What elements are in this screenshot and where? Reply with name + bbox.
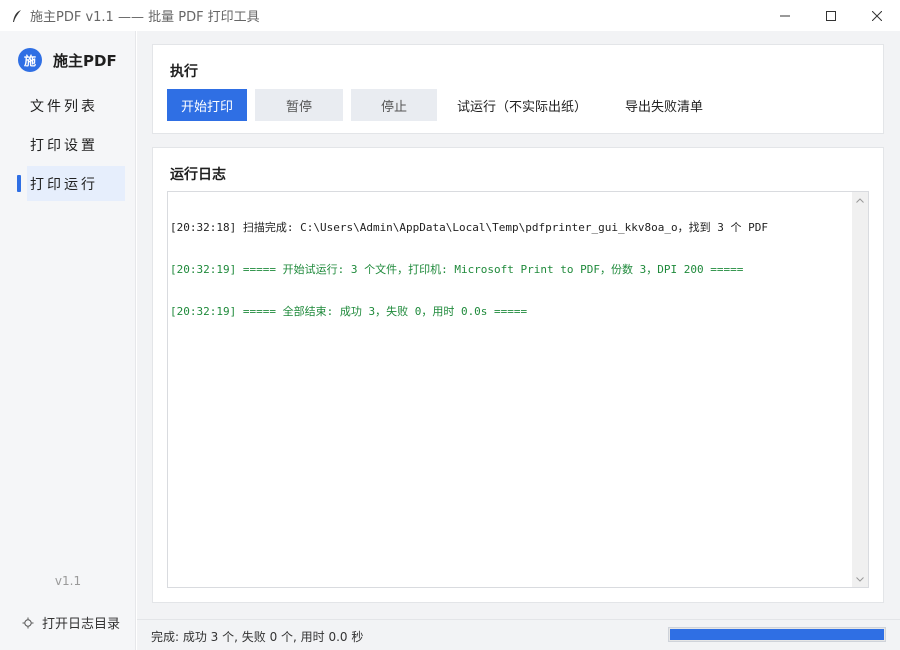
version-label: v1.1: [54, 574, 82, 588]
scroll-down-button[interactable]: [852, 571, 868, 587]
brand-name: 施主PDF: [53, 51, 117, 70]
window-controls: [762, 0, 900, 31]
maximize-button[interactable]: [808, 0, 854, 31]
chevron-up-icon: [856, 197, 864, 203]
log-line: [20:32:19] ===== 开始试运行: 3 个文件，打印机: Micro…: [170, 263, 744, 276]
exec-title: 执行: [170, 64, 198, 80]
sidebar-item-label: 打印运行: [30, 176, 98, 193]
log-title: 运行日志: [170, 167, 226, 183]
log-line: [20:32:19] ===== 全部结束: 成功 3，失败 0，用时 0.0s…: [170, 305, 528, 318]
status-bar: 完成: 成功 3 个, 失败 0 个, 用时 0.0 秒: [137, 619, 900, 650]
sidebar: 施 施主PDF 文件列表 打印设置 打印运行 v1.1 打开日志目录: [0, 31, 136, 650]
gear-icon: [22, 617, 34, 628]
title-bar: 施主PDF v1.1 —— 批量 PDF 打印工具: [0, 0, 900, 31]
minimize-icon: [780, 15, 790, 16]
stop-button[interactable]: 停止: [351, 89, 437, 121]
open-log-dir-button[interactable]: 打开日志目录: [22, 613, 120, 632]
sidebar-item-print-settings[interactable]: 打印设置: [0, 127, 136, 162]
dry-run-button[interactable]: 试运行（不实际出纸）: [457, 89, 587, 121]
window-title: 施主PDF v1.1 —— 批量 PDF 打印工具: [30, 10, 260, 25]
active-indicator: [17, 175, 21, 192]
start-print-button[interactable]: 开始打印: [167, 89, 247, 121]
export-failed-list-button[interactable]: 导出失败清单: [619, 89, 709, 121]
scroll-up-button[interactable]: [852, 192, 868, 208]
pause-button[interactable]: 暂停: [255, 89, 343, 121]
sidebar-item-print-run[interactable]: 打印运行: [17, 166, 125, 201]
sidebar-nav: 文件列表 打印设置 打印运行: [0, 88, 136, 205]
progress-bar: [668, 627, 886, 642]
close-icon: [872, 10, 882, 21]
log-panel: 运行日志 [20:32:18] 扫描完成: C:\Users\Admin\App…: [152, 147, 884, 603]
open-log-dir-label: 打开日志目录: [42, 617, 121, 632]
maximize-icon: [826, 10, 836, 21]
brand-logo: 施: [18, 48, 42, 72]
sidebar-item-label: 文件列表: [30, 98, 98, 115]
minimize-button[interactable]: [762, 0, 808, 31]
feather-icon: [10, 9, 24, 23]
log-lines: [20:32:18] 扫描完成: C:\Users\Admin\AppData\…: [170, 193, 851, 347]
exec-panel: 执行 开始打印 暂停 停止 试运行（不实际出纸） 导出失败清单: [152, 44, 884, 134]
sidebar-item-label: 打印设置: [30, 137, 98, 154]
close-button[interactable]: [854, 0, 900, 31]
status-text: 完成: 成功 3 个, 失败 0 个, 用时 0.0 秒: [151, 630, 364, 644]
log-scrollbar[interactable]: [852, 192, 868, 587]
log-line: [20:32:18] 扫描完成: C:\Users\Admin\AppData\…: [170, 221, 768, 234]
sidebar-item-file-list[interactable]: 文件列表: [0, 88, 136, 123]
chevron-down-icon: [856, 576, 864, 582]
brand: 施 施主PDF: [18, 48, 117, 72]
progress-fill: [670, 629, 884, 640]
main-content: 执行 开始打印 暂停 停止 试运行（不实际出纸） 导出失败清单 运行日志 [20…: [137, 31, 900, 619]
log-textarea[interactable]: [20:32:18] 扫描完成: C:\Users\Admin\AppData\…: [167, 191, 869, 588]
